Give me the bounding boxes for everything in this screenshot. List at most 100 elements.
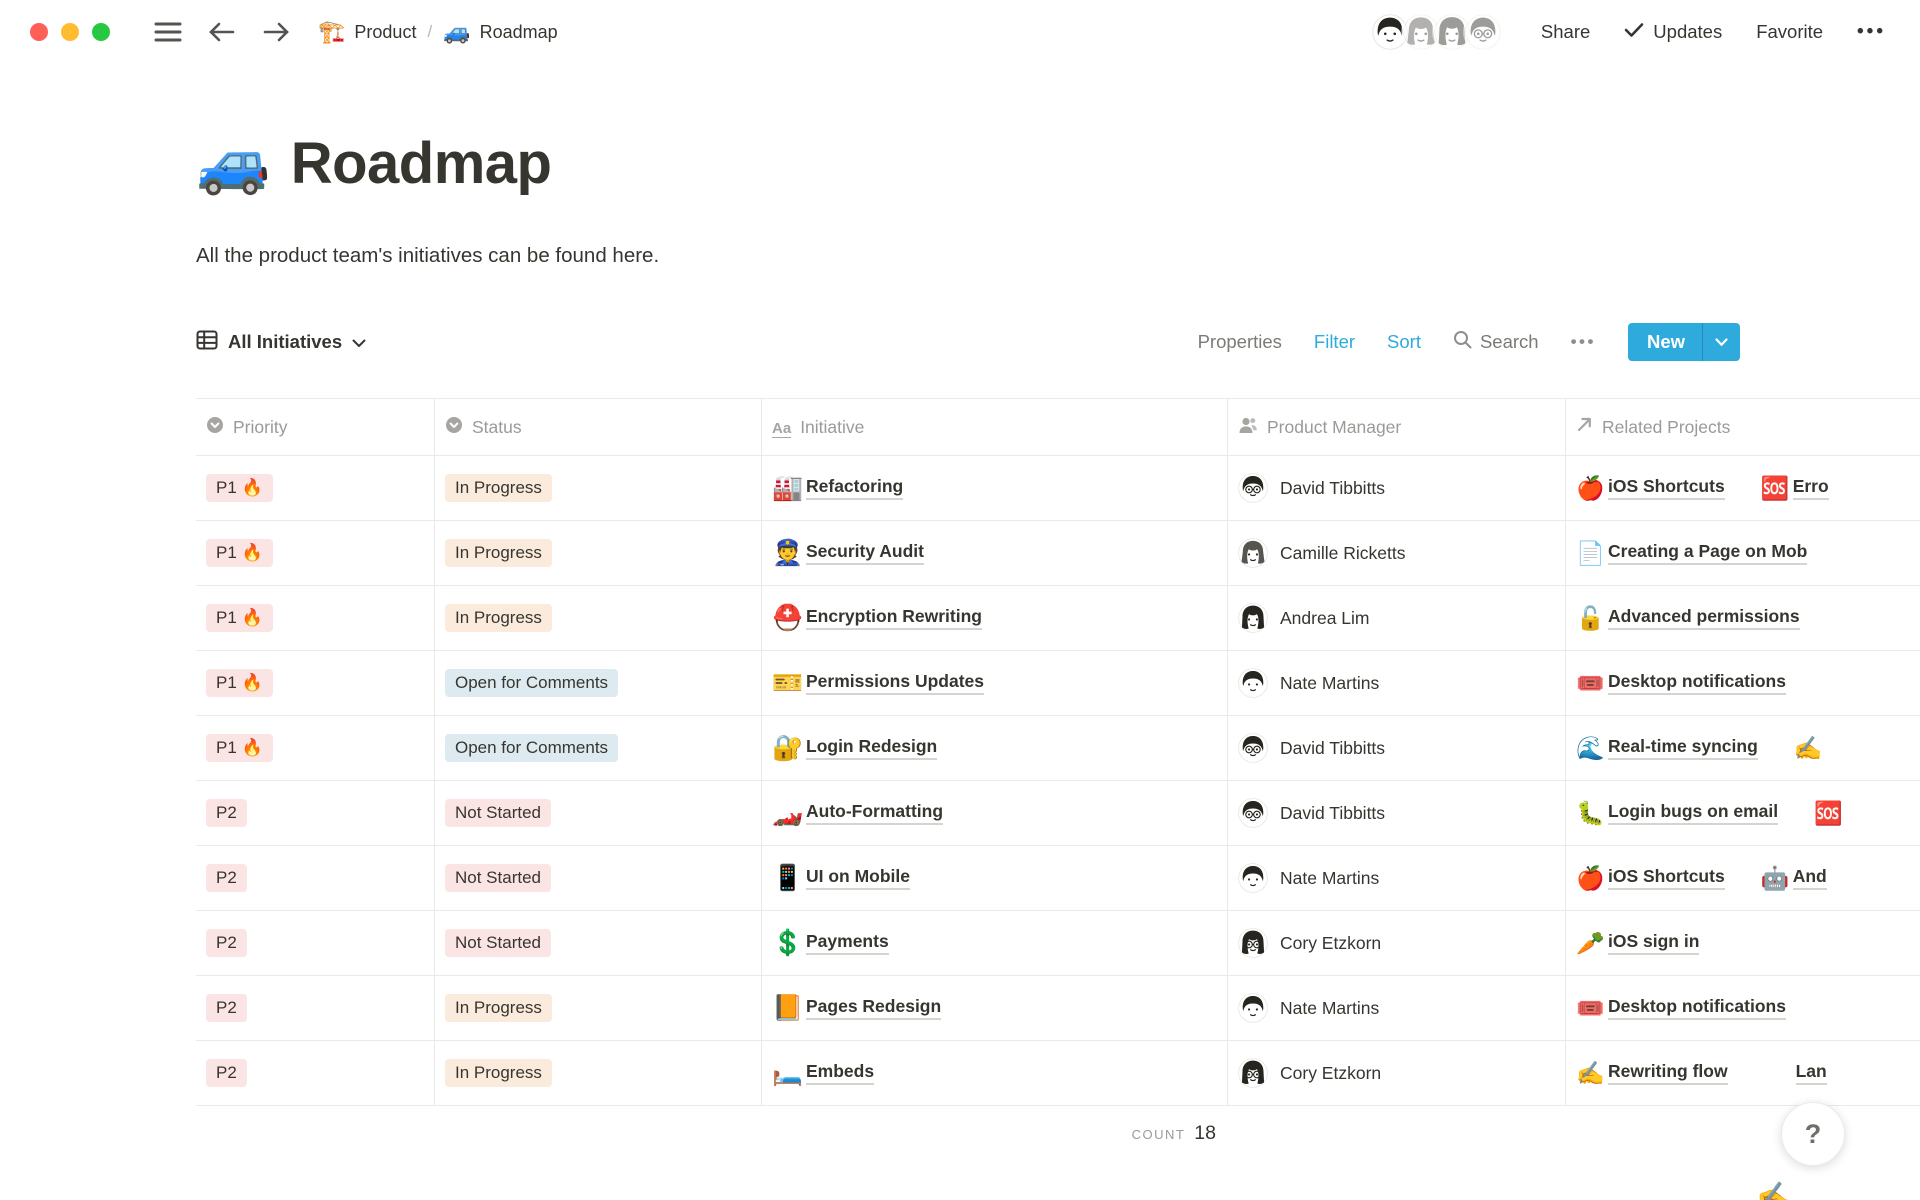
status-cell[interactable]: Open for Comments: [435, 716, 762, 780]
related-project-link[interactable]: 🐛Login bugs on email: [1576, 801, 1778, 825]
close-window-button[interactable]: [30, 23, 48, 41]
initiative-page-link[interactable]: Permissions Updates: [806, 671, 984, 695]
updates-button[interactable]: Updates: [1624, 21, 1722, 43]
product-manager-cell[interactable]: David Tibbitts: [1228, 456, 1566, 520]
page-description[interactable]: All the product team's initiatives can b…: [196, 244, 1920, 268]
initiative-cell[interactable]: 🔐Login Redesign: [762, 716, 1228, 780]
table-footer[interactable]: COUNT 18: [196, 1122, 1228, 1145]
initiative-page-link[interactable]: Security Audit: [806, 541, 924, 565]
initiative-page-link[interactable]: Embeds: [806, 1061, 874, 1085]
related-project-link[interactable]: 🎟️Desktop notifications: [1576, 996, 1786, 1020]
properties-button[interactable]: Properties: [1198, 331, 1282, 353]
product-manager-cell[interactable]: Cory Etzkorn: [1228, 1041, 1566, 1105]
related-projects-cell[interactable]: ✍️Rewriting flow Lan: [1566, 1041, 1920, 1105]
related-project-link[interactable]: 🆘: [1814, 802, 1846, 825]
page-icon-car[interactable]: 🚙: [196, 133, 271, 193]
related-project-link[interactable]: 📄Creating a Page on Mob: [1576, 541, 1807, 565]
priority-cell[interactable]: P1 🔥: [196, 456, 435, 520]
initiative-page-link[interactable]: Encryption Rewriting: [806, 606, 982, 630]
related-project-link[interactable]: 🍎iOS Shortcuts: [1576, 476, 1725, 500]
product-manager-cell[interactable]: Nate Martins: [1228, 846, 1566, 910]
view-more-options-icon[interactable]: •••: [1571, 332, 1596, 352]
related-project-link[interactable]: Lan: [1764, 1061, 1827, 1085]
priority-cell[interactable]: P2: [196, 976, 435, 1040]
related-project-link[interactable]: ✍️: [1794, 737, 1826, 760]
status-cell[interactable]: In Progress: [435, 521, 762, 585]
status-cell[interactable]: In Progress: [435, 586, 762, 650]
breadcrumb-item-roadmap[interactable]: 🚙Roadmap: [443, 21, 557, 43]
initiative-cell[interactable]: 🏎️Auto-Formatting: [762, 781, 1228, 845]
priority-cell[interactable]: P1 🔥: [196, 651, 435, 715]
product-manager-cell[interactable]: Camille Ricketts: [1228, 521, 1566, 585]
column-header-initiative[interactable]: AaInitiative: [762, 399, 1228, 455]
related-project-link[interactable]: 🌊Real-time syncing: [1576, 736, 1758, 760]
initiative-cell[interactable]: ⛑️Encryption Rewriting: [762, 586, 1228, 650]
priority-cell[interactable]: P1 🔥: [196, 521, 435, 585]
initiative-page-link[interactable]: Refactoring: [806, 476, 903, 500]
initiative-page-link[interactable]: UI on Mobile: [806, 866, 910, 890]
status-cell[interactable]: Not Started: [435, 846, 762, 910]
related-project-link[interactable]: 🆘Erro: [1761, 476, 1829, 500]
initiative-cell[interactable]: 🛏️Embeds: [762, 1041, 1228, 1105]
priority-cell[interactable]: P2: [196, 911, 435, 975]
column-header-priority[interactable]: Priority: [196, 399, 435, 455]
new-record-button[interactable]: New: [1628, 323, 1740, 361]
product-manager-cell[interactable]: Andrea Lim: [1228, 586, 1566, 650]
status-cell[interactable]: Not Started: [435, 911, 762, 975]
initiative-page-link[interactable]: Login Redesign: [806, 736, 937, 760]
initiative-cell[interactable]: 👮Security Audit: [762, 521, 1228, 585]
related-projects-cell[interactable]: 🥕iOS sign in: [1566, 911, 1920, 975]
minimize-window-button[interactable]: [61, 23, 79, 41]
filter-button[interactable]: Filter: [1314, 331, 1355, 353]
back-arrow-icon[interactable]: [208, 21, 236, 43]
product-manager-cell[interactable]: Nate Martins: [1228, 976, 1566, 1040]
initiative-cell[interactable]: 📙Pages Redesign: [762, 976, 1228, 1040]
sort-button[interactable]: Sort: [1387, 331, 1421, 353]
share-button[interactable]: Share: [1541, 21, 1590, 43]
related-projects-cell[interactable]: 🍎iOS Shortcuts 🤖And: [1566, 846, 1920, 910]
product-manager-cell[interactable]: Cory Etzkorn: [1228, 911, 1566, 975]
priority-cell[interactable]: P2: [196, 1041, 435, 1105]
status-cell[interactable]: In Progress: [435, 976, 762, 1040]
priority-cell[interactable]: P1 🔥: [196, 586, 435, 650]
initiative-page-link[interactable]: Pages Redesign: [806, 996, 941, 1020]
more-options-icon[interactable]: •••: [1857, 21, 1886, 43]
related-project-link[interactable]: 🤖And: [1761, 866, 1827, 890]
related-project-link[interactable]: ✍️Rewriting flow: [1576, 1061, 1728, 1085]
related-project-link[interactable]: 🥕iOS sign in: [1576, 931, 1699, 955]
related-project-link[interactable]: 🔓Advanced permissions: [1576, 606, 1800, 630]
priority-cell[interactable]: P1 🔥: [196, 716, 435, 780]
view-switcher[interactable]: All Initiatives: [196, 330, 366, 355]
related-projects-cell[interactable]: 🐛Login bugs on email 🆘: [1566, 781, 1920, 845]
initiative-cell[interactable]: 🎫Permissions Updates: [762, 651, 1228, 715]
column-header-related-projects[interactable]: Related Projects: [1566, 399, 1920, 455]
related-projects-cell[interactable]: 🌊Real-time syncing ✍️: [1566, 716, 1920, 780]
product-manager-cell[interactable]: David Tibbitts: [1228, 781, 1566, 845]
column-header-status[interactable]: Status: [435, 399, 762, 455]
column-header-product-manager[interactable]: Product Manager: [1228, 399, 1566, 455]
related-projects-cell[interactable]: 🔓Advanced permissions: [1566, 586, 1920, 650]
initiative-cell[interactable]: 📱UI on Mobile: [762, 846, 1228, 910]
search-button[interactable]: Search: [1453, 330, 1539, 354]
status-cell[interactable]: In Progress: [435, 456, 762, 520]
related-projects-cell[interactable]: 🎟️Desktop notifications: [1566, 651, 1920, 715]
product-manager-cell[interactable]: David Tibbitts: [1228, 716, 1566, 780]
priority-cell[interactable]: P2: [196, 846, 435, 910]
help-button[interactable]: ?: [1781, 1102, 1845, 1166]
presence-avatar[interactable]: [1463, 12, 1503, 52]
forward-arrow-icon[interactable]: [262, 21, 290, 43]
related-project-link[interactable]: 🎟️Desktop notifications: [1576, 671, 1786, 695]
related-projects-cell[interactable]: 📄Creating a Page on Mob: [1566, 521, 1920, 585]
initiative-cell[interactable]: 💲Payments: [762, 911, 1228, 975]
status-cell[interactable]: Not Started: [435, 781, 762, 845]
new-dropdown-chevron-icon[interactable]: [1703, 338, 1740, 347]
product-manager-cell[interactable]: Nate Martins: [1228, 651, 1566, 715]
sidebar-menu-icon[interactable]: [154, 21, 182, 43]
favorite-button[interactable]: Favorite: [1756, 21, 1823, 43]
related-project-link[interactable]: 🍎iOS Shortcuts: [1576, 866, 1725, 890]
status-cell[interactable]: In Progress: [435, 1041, 762, 1105]
related-projects-cell[interactable]: 🎟️Desktop notifications: [1566, 976, 1920, 1040]
initiative-cell[interactable]: 🏭Refactoring: [762, 456, 1228, 520]
breadcrumb-item-product[interactable]: 🏗️Product: [318, 21, 416, 43]
zoom-window-button[interactable]: [92, 23, 110, 41]
